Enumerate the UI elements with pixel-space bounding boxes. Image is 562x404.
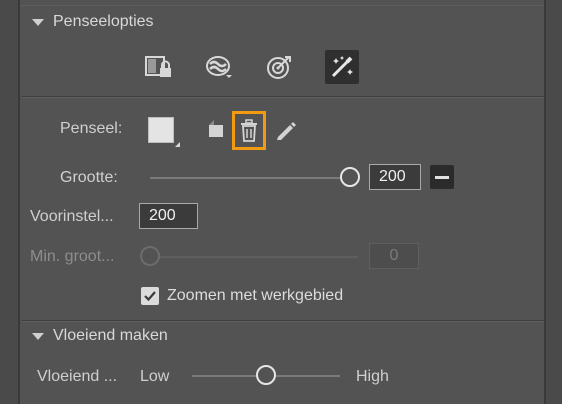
right-frame bbox=[544, 0, 562, 404]
zoom-checkbox[interactable] bbox=[141, 287, 159, 305]
size-slider-knob[interactable] bbox=[340, 167, 360, 187]
collapse-triangle-icon[interactable] bbox=[32, 18, 44, 26]
min-size-label: Min. groot... bbox=[30, 248, 115, 265]
collapse-triangle-icon[interactable] bbox=[32, 332, 44, 340]
smoothing-low-label: Low bbox=[140, 368, 170, 385]
brush-options-header[interactable]: Penseelopties bbox=[22, 7, 544, 37]
size-input[interactable]: 200 bbox=[369, 164, 421, 190]
left-frame bbox=[0, 0, 20, 404]
minus-icon bbox=[435, 175, 449, 179]
eraser-mode-button[interactable] bbox=[202, 50, 236, 84]
target-button[interactable] bbox=[262, 50, 296, 84]
smoothing-label: Vloeiend ... bbox=[37, 368, 118, 385]
section-divider-highlight bbox=[22, 97, 544, 98]
preset-input[interactable]: 200 bbox=[139, 203, 198, 229]
delete-brush-button[interactable] bbox=[232, 111, 266, 150]
lock-layer-icon bbox=[145, 56, 171, 77]
magic-brush-button[interactable] bbox=[325, 50, 359, 84]
swatch-dropdown-icon bbox=[175, 142, 180, 147]
target-icon bbox=[267, 56, 291, 79]
lock-layer-button[interactable] bbox=[142, 50, 176, 84]
size-slider-track[interactable] bbox=[150, 177, 350, 179]
size-label: Grootte: bbox=[60, 169, 118, 186]
pencil-icon bbox=[277, 122, 296, 140]
min-size-slider-track[interactable] bbox=[140, 256, 358, 258]
new-brush-button[interactable] bbox=[204, 117, 228, 143]
brush-options-title: Penseelopties bbox=[53, 13, 154, 30]
preset-label: Voorinstel... bbox=[30, 208, 114, 225]
smoothing-title: Vloeiend maken bbox=[53, 327, 168, 344]
zoom-label[interactable]: Zoomen met werkgebied bbox=[167, 287, 343, 305]
brush-label: Penseel: bbox=[60, 120, 123, 137]
checkmark-icon bbox=[144, 291, 156, 302]
edit-brush-button[interactable] bbox=[272, 117, 298, 143]
smoothing-slider-knob[interactable] bbox=[256, 365, 276, 385]
brush-options-panel: Penseelopties Penseel: Grootte: 200 Voor… bbox=[22, 0, 544, 404]
min-size-slider-knob[interactable] bbox=[140, 246, 160, 266]
eraser-mode-icon bbox=[206, 56, 232, 78]
new-brush-icon bbox=[209, 120, 223, 137]
smoothing-high-label: High bbox=[356, 368, 389, 385]
brush-swatch[interactable] bbox=[148, 117, 174, 143]
min-size-input[interactable]: 0 bbox=[369, 243, 419, 269]
magic-brush-icon bbox=[331, 56, 353, 78]
trash-icon bbox=[241, 118, 257, 142]
smoothing-header[interactable]: Vloeiend maken bbox=[22, 321, 544, 351]
decrease-size-button[interactable] bbox=[430, 165, 454, 189]
